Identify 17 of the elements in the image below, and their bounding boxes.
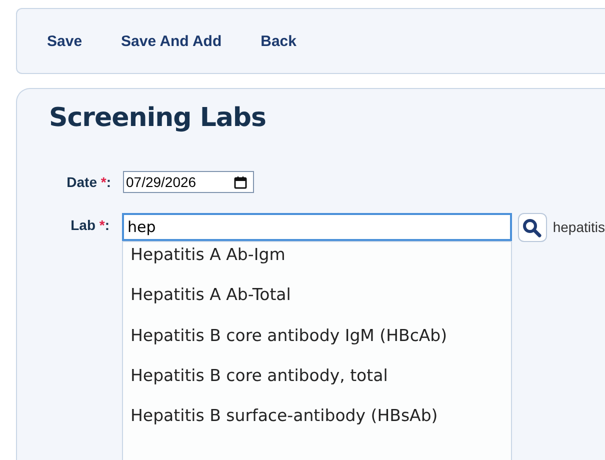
toolbar-button[interactable]: Save <box>37 28 92 54</box>
suggestion-item[interactable]: Hepatitis B core antibody IgM (HBcAb) <box>122 326 511 366</box>
field-label: Date *: <box>66 174 112 190</box>
calendar-icon <box>234 176 247 188</box>
search-button[interactable] <box>518 213 547 242</box>
search-icon <box>522 218 542 238</box>
suggestion-item[interactable]: Hepatitis A Ab-Igm <box>122 245 511 286</box>
suggestion-item[interactable]: Hepatitis A Ab-Total <box>122 285 511 326</box>
selected-lab-text: hepatitis <box>552 219 605 235</box>
lab-search-field[interactable]: hep <box>122 213 512 241</box>
suggestion-item[interactable]: Hepatitis B core antibody, total <box>122 366 511 406</box>
form-title: Screening Labs <box>49 103 268 133</box>
toolbar-button[interactable]: Save And Add <box>111 28 232 54</box>
field-label: Lab *: <box>70 217 111 233</box>
date-field[interactable]: 07/29/2026 <box>123 171 254 193</box>
suggestion-item[interactable]: Hepatitis B surface-antibody (HBsAb) <box>122 406 511 446</box>
toolbar-button[interactable]: Back <box>250 28 306 54</box>
